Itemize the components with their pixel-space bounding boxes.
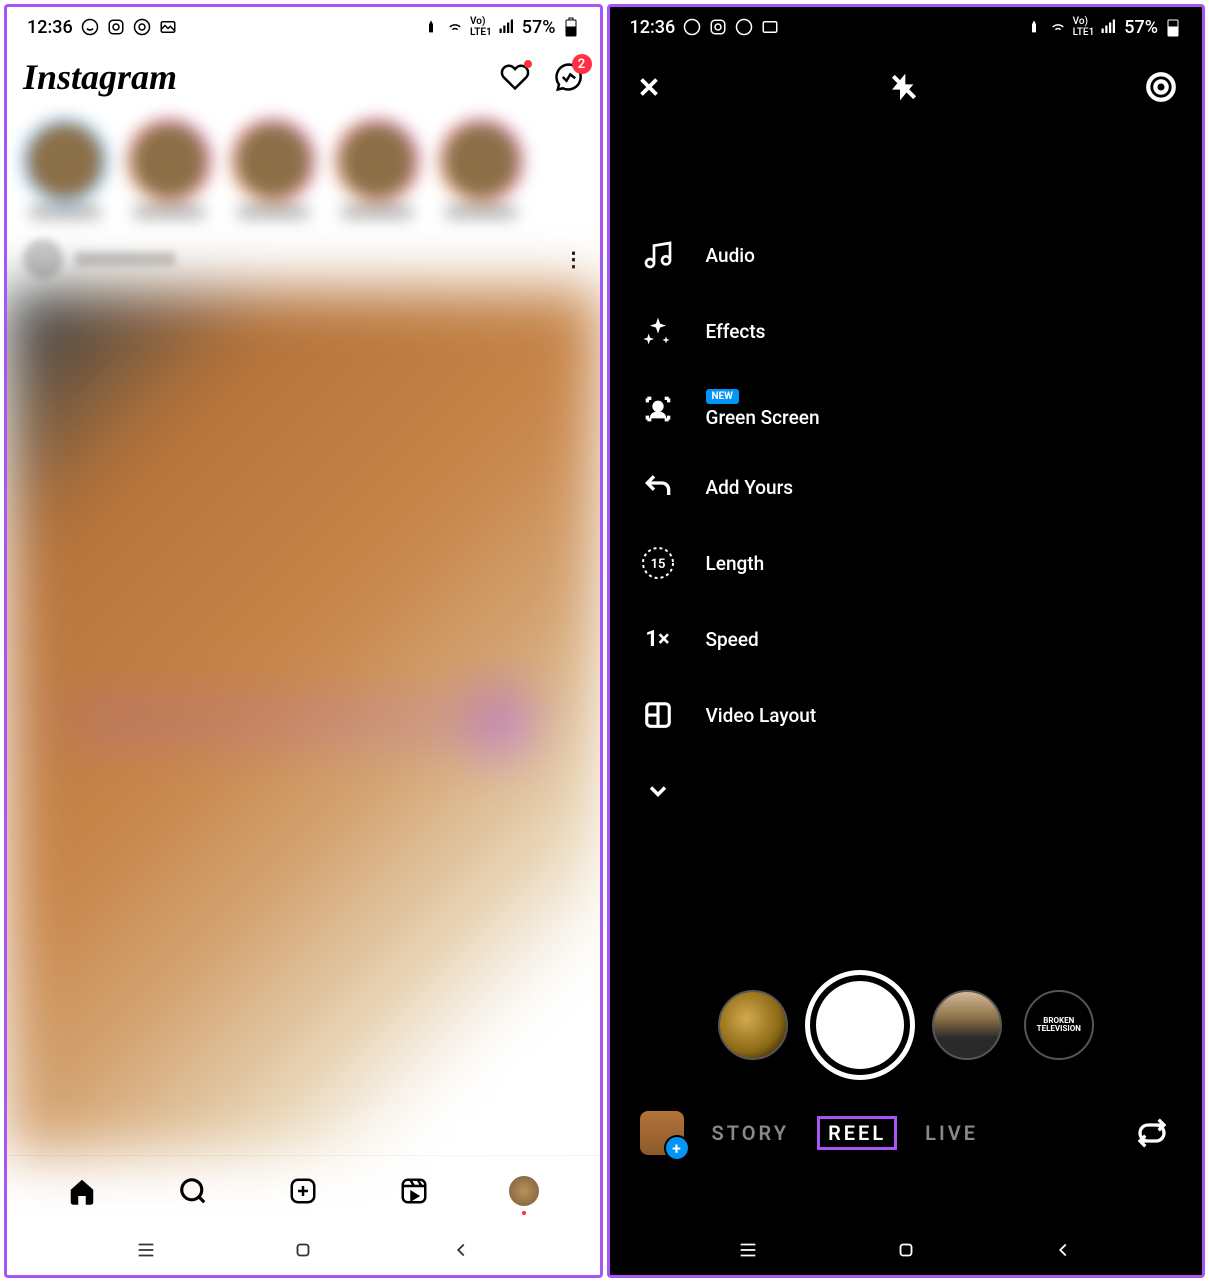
battery-text: 57% [1124, 17, 1158, 38]
svg-text:15: 15 [650, 557, 665, 572]
story-item[interactable] [439, 119, 523, 217]
capture-row: BROKEN TELEVISION [610, 975, 1203, 1075]
greenscreen-label: Green Screen [706, 406, 820, 429]
system-nav [610, 1225, 1203, 1275]
sparkle-icon [640, 313, 676, 349]
gallery-button[interactable] [640, 1111, 684, 1155]
filter-broken-tv[interactable]: BROKEN TELEVISION [1024, 990, 1094, 1060]
create-tab[interactable] [287, 1175, 319, 1207]
stories-row [7, 107, 600, 229]
post-image[interactable] [7, 289, 600, 1155]
story-mode[interactable]: STORY [712, 1121, 790, 1145]
back-button[interactable] [450, 1239, 472, 1261]
saver-icon [422, 18, 440, 36]
bottom-nav [7, 1155, 600, 1225]
camera-icon [133, 18, 151, 36]
audio-label: Audio [706, 244, 755, 267]
wifi-icon [446, 18, 464, 36]
status-time: 12:36 [630, 17, 676, 38]
reel-tools: Audio Effects NEW Green Screen Add Yours… [610, 237, 1203, 809]
person-frame-icon [640, 391, 676, 427]
filter-person[interactable] [932, 990, 1002, 1060]
recents-button[interactable] [135, 1239, 157, 1261]
greenscreen-tool[interactable]: NEW Green Screen [640, 389, 1173, 429]
instagram-icon [709, 18, 727, 36]
activity-button[interactable] [500, 62, 530, 92]
status-bar: 12:36 Vo)LTE1 57% [7, 7, 600, 47]
home-tab[interactable] [66, 1175, 98, 1207]
chevron-down-icon [640, 773, 676, 809]
lte-icon: Vo)LTE1 [470, 16, 492, 38]
switch-camera-button[interactable] [1132, 1113, 1172, 1153]
effects-label: Effects [706, 320, 766, 343]
instagram-logo: Instagram [23, 56, 177, 98]
layout-label: Video Layout [706, 704, 817, 727]
signal-icon [498, 18, 516, 36]
instagram-header: Instagram 2 [7, 47, 600, 107]
instagram-icon [107, 18, 125, 36]
home-button[interactable] [895, 1239, 917, 1261]
speed-tool[interactable]: 1× Speed [640, 621, 1173, 657]
gallery-icon [159, 18, 177, 36]
signal-icon [1100, 18, 1118, 36]
wifi-icon [1049, 18, 1067, 36]
flash-off-button[interactable] [888, 71, 920, 103]
status-bar: 12:36 Vo)LTE1 57% [610, 7, 1203, 47]
system-nav [7, 1225, 600, 1275]
new-badge: NEW [706, 389, 739, 404]
battery-icon [562, 18, 580, 36]
timer-icon: 15 [640, 545, 676, 581]
post-header: ⋮ [7, 229, 600, 289]
capture-button[interactable] [810, 975, 910, 1075]
story-item[interactable] [231, 119, 315, 217]
battery-text: 57% [522, 17, 556, 38]
annotation-arrow [67, 718, 497, 726]
profile-tab[interactable] [508, 1175, 540, 1207]
expand-tools[interactable] [640, 773, 1173, 809]
settings-button[interactable] [1144, 70, 1178, 104]
filter-globe[interactable] [718, 990, 788, 1060]
back-button[interactable] [1052, 1239, 1074, 1261]
story-item[interactable] [127, 119, 211, 217]
reels-tab[interactable] [398, 1175, 430, 1207]
search-tab[interactable] [177, 1175, 209, 1207]
messenger-button[interactable]: 2 [554, 62, 584, 92]
audio-tool[interactable]: Audio [640, 237, 1173, 273]
reply-icon [640, 469, 676, 505]
post-more-button[interactable]: ⋮ [564, 247, 584, 271]
layout-icon [640, 697, 676, 733]
addyours-tool[interactable]: Add Yours [640, 469, 1173, 505]
home-button[interactable] [292, 1239, 314, 1261]
lte-icon: Vo)LTE1 [1073, 16, 1095, 38]
reel-header [610, 57, 1203, 117]
whatsapp-icon [683, 18, 701, 36]
speed-label: Speed [706, 628, 759, 651]
length-tool[interactable]: 15 Length [640, 545, 1173, 581]
post-username[interactable] [75, 252, 175, 266]
close-button[interactable] [634, 72, 664, 102]
battery-icon [1164, 18, 1182, 36]
story-item[interactable] [23, 119, 107, 217]
msg-badge: 2 [572, 54, 592, 74]
reel-mode[interactable]: REEL [817, 1116, 897, 1150]
live-mode[interactable]: LIVE [925, 1121, 978, 1145]
gallery-icon [761, 18, 779, 36]
saver-icon [1025, 18, 1043, 36]
layout-tool[interactable]: Video Layout [640, 697, 1173, 733]
music-icon [640, 237, 676, 273]
recents-button[interactable] [737, 1239, 759, 1261]
speed-icon: 1× [640, 621, 676, 657]
post-avatar[interactable] [23, 239, 63, 279]
effects-tool[interactable]: Effects [640, 313, 1173, 349]
length-label: Length [706, 552, 765, 575]
mode-selector: STORY REEL LIVE [610, 1111, 1203, 1155]
addyours-label: Add Yours [706, 476, 794, 499]
whatsapp-icon [81, 18, 99, 36]
camera-icon [735, 18, 753, 36]
status-time: 12:36 [27, 17, 73, 38]
story-item[interactable] [335, 119, 419, 217]
